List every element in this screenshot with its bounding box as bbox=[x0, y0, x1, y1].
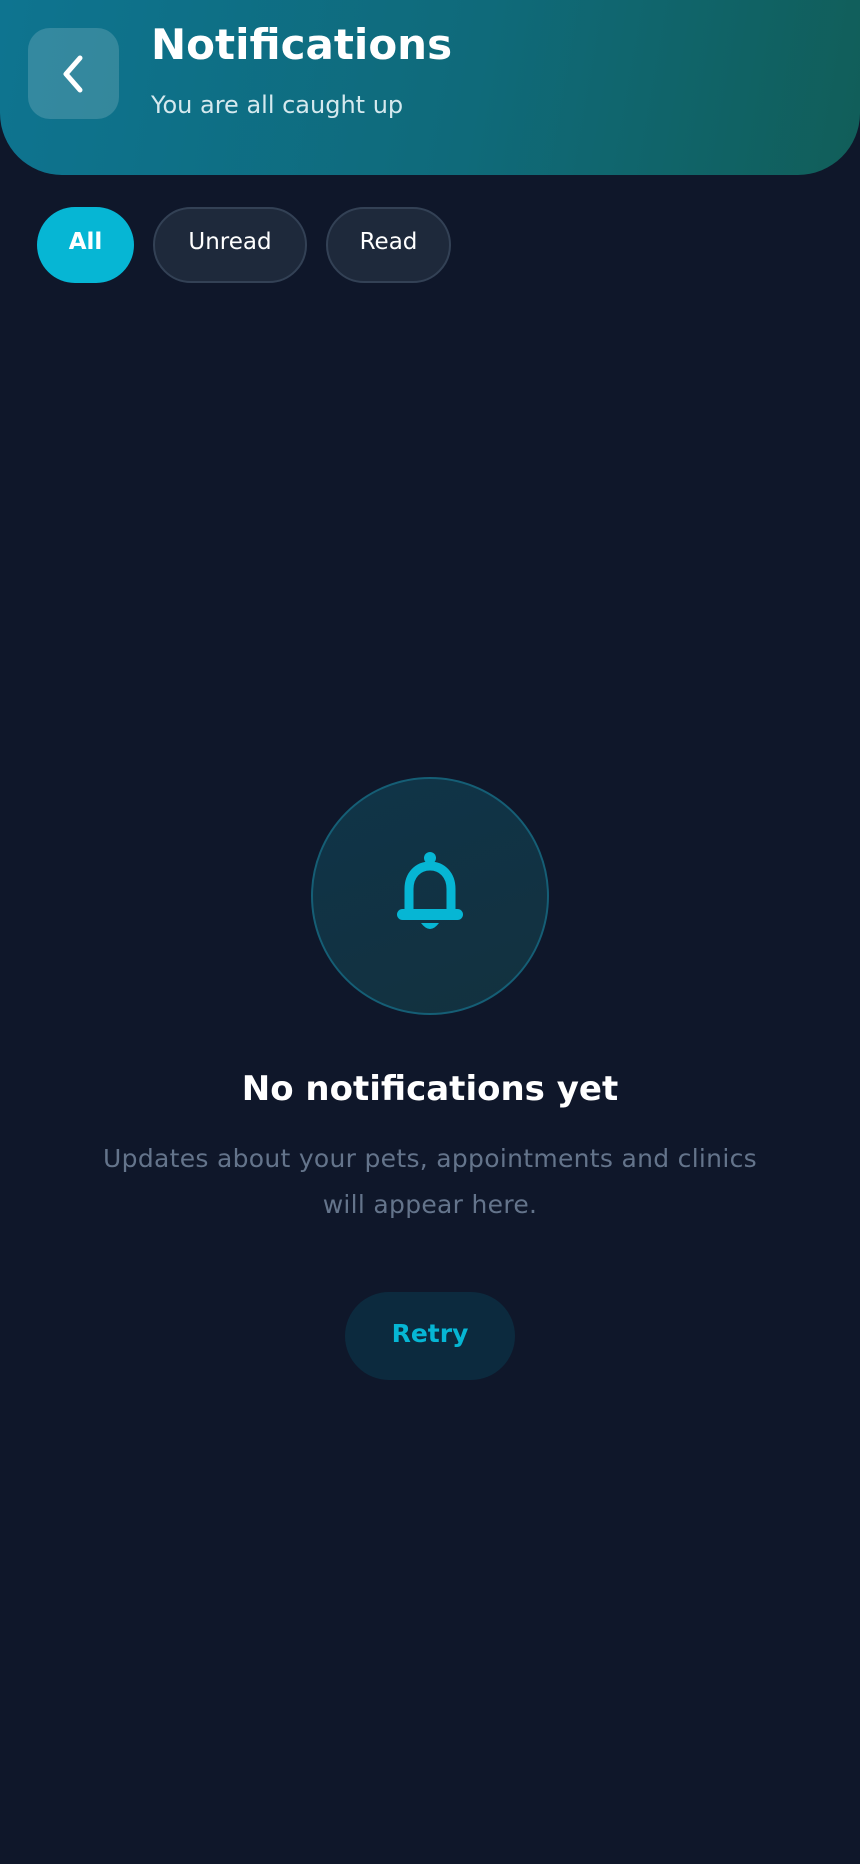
back-button[interactable] bbox=[28, 28, 119, 119]
empty-state-illustration bbox=[311, 777, 549, 1015]
page-title: Notifications bbox=[151, 20, 453, 69]
bell-icon bbox=[395, 851, 465, 941]
filter-tab-unread[interactable]: Unread bbox=[153, 207, 307, 283]
chevron-left-icon bbox=[57, 54, 91, 94]
filter-tabs: All Unread Read bbox=[37, 207, 451, 283]
empty-state-description: Updates about your pets, appointments an… bbox=[103, 1144, 757, 1219]
retry-button[interactable]: Retry bbox=[345, 1292, 515, 1380]
filter-tab-read[interactable]: Read bbox=[326, 207, 451, 283]
page-subtitle: You are all caught up bbox=[151, 91, 404, 119]
header: Notifications You are all caught up bbox=[0, 0, 860, 175]
empty-state-title: No notifications yet bbox=[241, 1069, 619, 1109]
filter-tab-all[interactable]: All bbox=[37, 207, 134, 283]
